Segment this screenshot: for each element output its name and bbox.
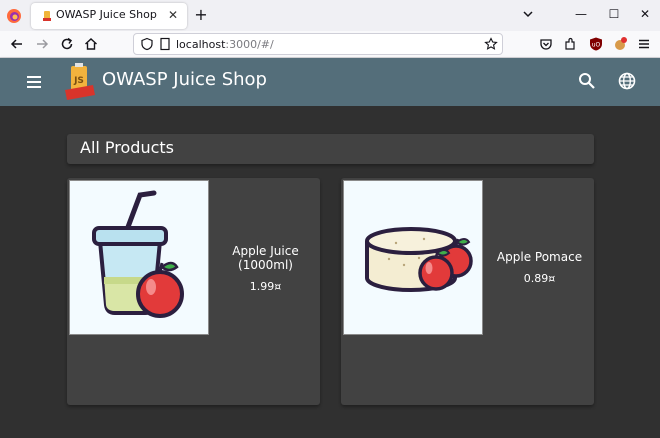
url-path: :3000/#/ xyxy=(225,38,274,51)
apple-pomace-illustration-icon xyxy=(365,227,473,292)
extensions-icon[interactable] xyxy=(562,36,578,52)
tab-title: OWASP Juice Shop xyxy=(56,8,157,21)
minimize-button[interactable]: — xyxy=(570,4,592,24)
firefox-icon[interactable] xyxy=(6,8,22,24)
page-title: All Products xyxy=(80,138,175,157)
ublock-icon[interactable]: uO xyxy=(588,36,604,52)
product-card[interactable]: Apple Pomace 0.89¤ xyxy=(341,178,594,405)
hamburger-menu-icon[interactable] xyxy=(22,70,46,94)
maximize-button[interactable]: ☐ xyxy=(603,4,625,24)
search-icon[interactable] xyxy=(576,70,598,92)
apple-juice-illustration-icon xyxy=(92,190,184,318)
product-image[interactable] xyxy=(69,180,209,335)
product-price: 1.99¤ xyxy=(249,280,282,293)
language-globe-icon[interactable] xyxy=(616,70,638,92)
browser-navigation-bar: localhost:3000/#/ uO xyxy=(0,31,660,58)
url-host: localhost xyxy=(176,38,226,51)
svg-text:uO: uO xyxy=(592,42,601,49)
app-menu-icon[interactable] xyxy=(636,36,652,52)
products-heading-card: All Products xyxy=(67,134,594,164)
back-arrow-icon[interactable] xyxy=(9,36,25,52)
page-info-icon[interactable] xyxy=(158,37,172,51)
forward-arrow-icon[interactable] xyxy=(34,36,50,52)
juice-shop-favicon-icon xyxy=(43,11,51,21)
close-window-button[interactable]: ✕ xyxy=(634,4,656,24)
pocket-icon[interactable] xyxy=(538,36,554,52)
extension-badge-icon[interactable] xyxy=(612,36,628,52)
tab-close-icon[interactable]: ✕ xyxy=(165,7,181,23)
product-name: Apple Juice (1000ml) xyxy=(232,244,299,272)
product-card[interactable]: Apple Juice (1000ml) 1.99¤ xyxy=(67,178,320,405)
new-tab-button[interactable]: + xyxy=(192,6,210,24)
svg-text:JS: JS xyxy=(73,76,84,86)
app-title[interactable]: OWASP Juice Shop xyxy=(102,69,267,90)
bookmark-star-icon[interactable] xyxy=(484,37,498,51)
main-content: All Products Apple Juice (1000ml) 1.99¤ … xyxy=(0,106,660,438)
product-image[interactable] xyxy=(343,180,483,335)
browser-tab-bar: OWASP Juice Shop ✕ + — ☐ ✕ xyxy=(0,0,660,31)
home-icon[interactable] xyxy=(83,36,99,52)
chevron-down-icon[interactable] xyxy=(520,6,536,22)
reload-icon[interactable] xyxy=(59,36,75,52)
juice-shop-logo[interactable]: JS xyxy=(63,63,97,101)
url-text: localhost:3000/#/ xyxy=(176,38,274,51)
browser-tab[interactable]: OWASP Juice Shop ✕ xyxy=(31,3,187,29)
address-bar[interactable]: localhost:3000/#/ xyxy=(133,33,503,55)
app-toolbar: JS OWASP Juice Shop xyxy=(0,58,660,106)
shield-icon[interactable] xyxy=(140,37,154,51)
product-name: Apple Pomace xyxy=(496,250,583,264)
product-price: 0.89¤ xyxy=(523,272,556,285)
